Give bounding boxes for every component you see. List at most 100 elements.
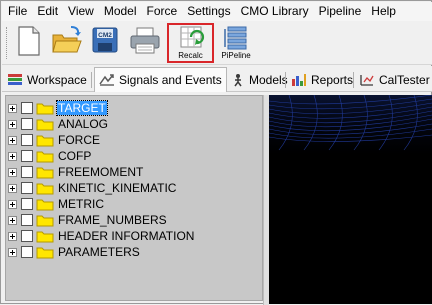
folder-icon xyxy=(36,151,54,162)
expand-icon[interactable] xyxy=(8,183,17,193)
folder-icon xyxy=(36,247,54,258)
menu-view[interactable]: View xyxy=(63,2,99,21)
menu-help[interactable]: Help xyxy=(366,2,401,21)
menu-model[interactable]: Model xyxy=(99,2,142,21)
workspace-icon xyxy=(8,74,22,85)
tab-workspace-label: Workspace xyxy=(27,73,87,87)
tree-item-label[interactable]: FORCE xyxy=(57,133,101,147)
recalc-icon xyxy=(180,26,204,48)
print-icon xyxy=(130,27,160,54)
folder-icon xyxy=(36,119,54,130)
expand-icon[interactable] xyxy=(8,135,17,145)
tree-item-label[interactable]: TARGET xyxy=(56,100,108,116)
tree-checkbox[interactable] xyxy=(21,246,33,258)
tab-models-label: Models xyxy=(249,73,288,87)
expand-icon[interactable] xyxy=(8,231,17,241)
expand-icon[interactable] xyxy=(8,199,17,209)
folder-icon xyxy=(36,103,54,114)
tab-caltester[interactable]: CalTester xyxy=(359,69,430,91)
tree-row[interactable]: TARGET xyxy=(8,100,108,116)
caltester-icon xyxy=(360,75,374,86)
pipeline-label: PiPeline xyxy=(221,51,251,60)
tree-row[interactable]: ANALOG xyxy=(8,116,109,132)
tree-row[interactable]: COFP xyxy=(8,148,92,164)
tree-item-label[interactable]: FREEMOMENT xyxy=(57,165,144,179)
toolbar: CM2 Recalc PiPeline xyxy=(2,21,432,65)
3d-mesh-graphic xyxy=(269,95,432,155)
tree-checkbox[interactable] xyxy=(21,102,33,114)
tree-checkbox[interactable] xyxy=(21,166,33,178)
tree-row[interactable]: METRIC xyxy=(8,196,105,212)
tab-caltester-label: CalTester xyxy=(379,73,430,87)
application-window: File Edit View Model Force Settings CMO … xyxy=(0,0,432,305)
tree-item-label[interactable]: COFP xyxy=(57,149,92,163)
open-folder-icon xyxy=(52,26,82,53)
tree-row[interactable]: FRAME_NUMBERS xyxy=(8,212,168,228)
recalc-label: Recalc xyxy=(178,51,203,60)
expand-icon[interactable] xyxy=(8,151,17,161)
tab-reports[interactable]: Reports xyxy=(291,69,353,91)
tree-row[interactable]: KINETIC_KINEMATIC xyxy=(8,180,177,196)
expand-icon[interactable] xyxy=(8,215,17,225)
open-button[interactable] xyxy=(50,25,84,63)
print-button[interactable] xyxy=(128,25,162,63)
folder-icon xyxy=(36,167,54,178)
pipeline-button[interactable]: PiPeline xyxy=(218,25,254,63)
tab-separator xyxy=(353,72,354,88)
menu-force[interactable]: Force xyxy=(142,2,183,21)
menu-cmo-library[interactable]: CMO Library xyxy=(236,2,314,21)
menu-pipeline[interactable]: Pipeline xyxy=(314,2,367,21)
menu-settings[interactable]: Settings xyxy=(182,2,235,21)
tree-item-label[interactable]: PARAMETERS xyxy=(57,245,141,259)
tab-separator xyxy=(91,72,92,88)
tree-checkbox[interactable] xyxy=(21,134,33,146)
new-button[interactable] xyxy=(14,25,44,63)
tree-checkbox[interactable] xyxy=(21,150,33,162)
menu-edit[interactable]: Edit xyxy=(32,2,63,21)
tree-item-label[interactable]: ANALOG xyxy=(57,117,109,131)
tree-item-label[interactable]: HEADER INFORMATION xyxy=(57,229,195,243)
folder-icon xyxy=(36,183,54,194)
expand-icon[interactable] xyxy=(8,167,17,177)
folder-icon xyxy=(36,231,54,242)
save-cm2-button[interactable]: CM2 xyxy=(90,25,120,63)
folder-icon xyxy=(36,199,54,210)
tree-checkbox[interactable] xyxy=(21,182,33,194)
tree-checkbox[interactable] xyxy=(21,230,33,242)
menu-file[interactable]: File xyxy=(2,2,32,21)
tree-checkbox[interactable] xyxy=(21,198,33,210)
expand-icon[interactable] xyxy=(8,247,17,257)
tab-workspace[interactable]: Workspace xyxy=(7,69,87,91)
expand-icon[interactable] xyxy=(8,119,17,129)
toolbar-grip[interactable] xyxy=(6,27,9,59)
tree-item-label[interactable]: KINETIC_KINEMATIC xyxy=(57,181,177,195)
tree-checkbox[interactable] xyxy=(21,214,33,226)
tree-item-label[interactable]: FRAME_NUMBERS xyxy=(57,213,168,227)
pipeline-icon xyxy=(224,26,247,50)
tree-item-label[interactable]: METRIC xyxy=(57,197,105,211)
tree-row[interactable]: FREEMOMENT xyxy=(8,164,144,180)
tab-models[interactable]: Models xyxy=(231,69,288,91)
recalc-button[interactable]: Recalc xyxy=(169,25,212,63)
save-cm2-badge: CM2 xyxy=(98,32,112,39)
tree-row[interactable]: PARAMETERS xyxy=(8,244,141,260)
tab-separator xyxy=(285,72,286,88)
signals-icon xyxy=(99,74,114,86)
folder-icon xyxy=(36,135,54,146)
tab-signals-and-events-label: Signals and Events xyxy=(119,73,222,87)
signals-tree[interactable]: TARGET ANALOG FORCE COFP FREEMOMENT KINETIC_K… xyxy=(5,95,263,301)
3d-view-canvas[interactable] xyxy=(269,95,432,304)
tree-row[interactable]: HEADER INFORMATION xyxy=(8,228,195,244)
expand-icon[interactable] xyxy=(8,103,17,113)
reports-icon xyxy=(292,74,306,86)
tab-signals-and-events[interactable]: Signals and Events xyxy=(94,67,227,92)
save-cm2-icon: CM2 xyxy=(92,27,118,53)
menu-bar: File Edit View Model Force Settings CMO … xyxy=(2,2,432,21)
tab-reports-label: Reports xyxy=(311,73,354,87)
tab-strip: Workspace Signals and Events Models Repo… xyxy=(2,66,432,92)
tree-checkbox[interactable] xyxy=(21,118,33,130)
tree-row[interactable]: FORCE xyxy=(8,132,101,148)
new-icon xyxy=(18,26,40,56)
folder-icon xyxy=(36,215,54,226)
models-icon xyxy=(234,74,242,87)
